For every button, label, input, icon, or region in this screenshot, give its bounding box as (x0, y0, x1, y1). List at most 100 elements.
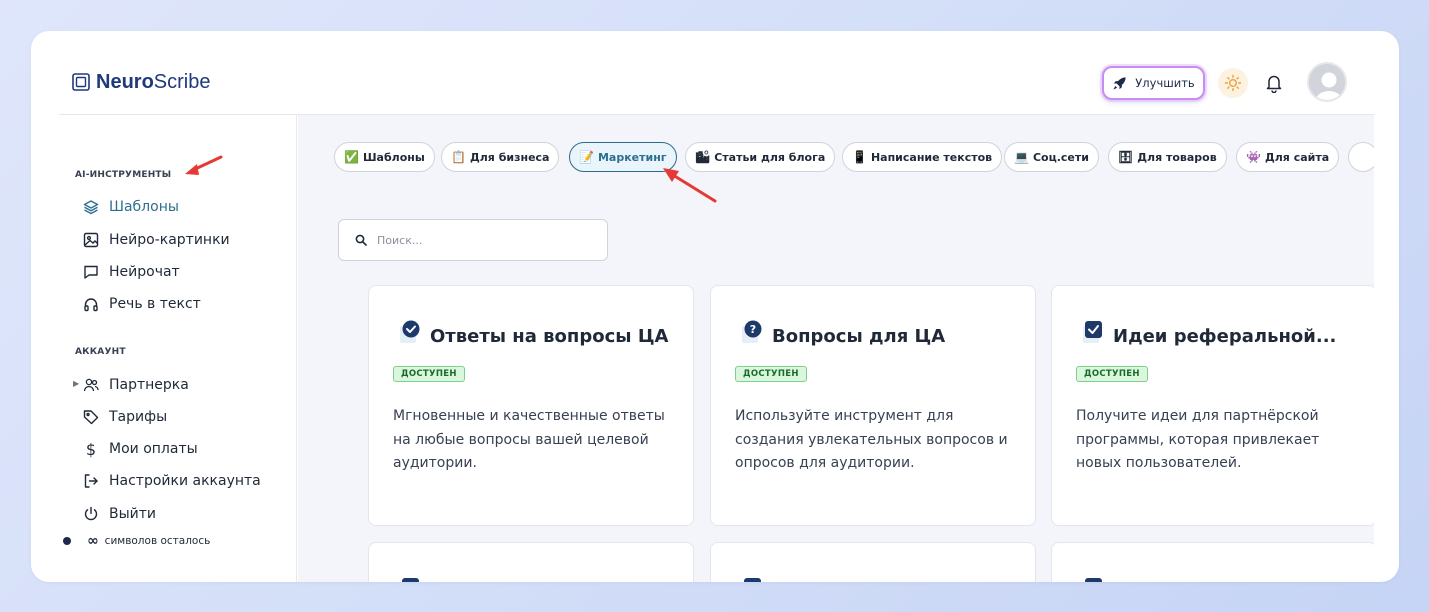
credits-amount: ∞ (87, 533, 99, 549)
headphones-icon (83, 296, 99, 312)
laptop-icon: 💻 (1014, 150, 1029, 164)
alien-icon: 👾 (1246, 150, 1261, 164)
question-circle-icon: ? (742, 320, 762, 343)
main-content: ✅ Шаблоны 📋 Для бизнеса 📝 Маркетинг 🏙 Ст… (298, 115, 1374, 582)
chip-marketing[interactable]: 📝 Маркетинг (569, 142, 677, 172)
rocket-icon (1113, 76, 1126, 90)
template-card[interactable] (368, 542, 694, 582)
brand-logo[interactable]: NeuroScribe (72, 69, 211, 95)
chip-templates[interactable]: ✅ Шаблоны (334, 142, 435, 172)
status-badge: ДОСТУПЕН (1076, 366, 1148, 382)
sun-icon (1224, 74, 1242, 92)
notifications-button[interactable] (1262, 71, 1286, 95)
template-card[interactable]: Ответы на вопросы ЦА ДОСТУПЕН Мгновенные… (368, 285, 694, 526)
card-description: Получите идеи для партнёрской программы,… (1076, 408, 1320, 471)
logo-icon (72, 73, 90, 91)
sidebar-item-label: Нейрочат (109, 264, 180, 280)
search-box[interactable] (338, 219, 608, 261)
credits-label: символов осталось (104, 535, 211, 547)
sidebar-item-label: Партнерка (109, 377, 189, 393)
credits-indicator: ∞ символов осталось (63, 533, 210, 549)
chip-products[interactable]: 🗄 Для товаров (1108, 142, 1227, 172)
sidebar-item-label: Нейро-картинки (109, 232, 230, 248)
search-icon (355, 234, 367, 246)
tag-icon (83, 409, 99, 425)
phone-icon: 📱 (852, 150, 867, 164)
card-description: Мгновенные и качественные ответы на любы… (393, 408, 665, 471)
check-box-icon (402, 578, 419, 582)
sidebar-item-templates[interactable]: Шаблоны (83, 196, 179, 218)
status-dot (63, 537, 71, 545)
sidebar-item-neurochat[interactable]: Нейрочат (83, 261, 180, 283)
sidebar-item-tariffs[interactable]: Тарифы (83, 406, 167, 428)
svg-text:?: ? (750, 323, 756, 336)
clipboard-icon: 📋 (451, 150, 466, 164)
brand-name-bold: Neuro (96, 70, 154, 93)
chip-copywriting[interactable]: 📱 Написание текстов (842, 142, 1003, 172)
user-avatar[interactable] (1307, 62, 1347, 102)
image-icon (83, 232, 99, 248)
sidebar-item-label: Шаблоны (109, 199, 179, 215)
chip-label: Шаблоны (362, 150, 425, 164)
card-description: Используйте инструмент для создания увле… (735, 408, 1008, 471)
template-card[interactable]: ? Вопросы для ЦА ДОСТУПЕН Используйте ин… (710, 285, 1036, 526)
dollar-icon: $ (85, 439, 97, 459)
sidebar: AI-ИНСТРУМЕНТЫ Шаблоны Нейро-картинки Не… (31, 115, 297, 582)
check-box-icon (1085, 578, 1102, 582)
power-icon (83, 506, 99, 522)
chip-social[interactable]: 💻 Соц.сети (1004, 142, 1099, 172)
bell-icon (1266, 75, 1282, 93)
sidebar-item-label: Выйти (109, 506, 157, 522)
template-card[interactable] (1051, 542, 1374, 582)
chip-more-partial[interactable] (1348, 142, 1374, 172)
expand-caret-icon[interactable]: ▶ (73, 379, 79, 388)
top-header: NeuroScribe Улучшить (31, 31, 1399, 115)
theme-toggle-button[interactable] (1218, 68, 1248, 98)
brand-name-light: Scribe (153, 70, 211, 93)
chip-blog-articles[interactable]: 🏙 Статьи для блога (685, 142, 836, 172)
sidebar-item-logout[interactable]: Выйти (83, 503, 156, 525)
chip-website[interactable]: 👾 Для сайта (1236, 142, 1340, 172)
layers-icon (83, 199, 99, 215)
sidebar-item-my-payments[interactable]: $ Мои оплаты (83, 438, 198, 460)
cabinet-icon: 🗄 (1118, 150, 1134, 164)
sidebar-item-neuro-images[interactable]: Нейро-картинки (83, 229, 230, 251)
chip-label: Для сайта (1264, 150, 1330, 164)
check-circle-icon (400, 320, 420, 343)
chip-label: Маркетинг (597, 150, 667, 164)
card-title: Вопросы для ЦА (772, 326, 946, 347)
sidebar-item-label: Настройки аккаунта (109, 473, 261, 489)
sidebar-item-label: Тарифы (109, 409, 168, 425)
chat-icon (83, 264, 99, 280)
status-badge: ДОСТУПЕН (393, 366, 465, 382)
sidebar-item-speech-to-text[interactable]: Речь в текст (83, 293, 201, 315)
section-title-account: АККАУНТ (75, 347, 126, 357)
card-title: Ответы на вопросы ЦА (430, 326, 669, 347)
search-input[interactable] (377, 233, 597, 247)
check-box-icon (1083, 321, 1102, 343)
sidebar-item-label: Речь в текст (109, 296, 201, 312)
sidebar-item-account-settings[interactable]: Настройки аккаунта (83, 470, 261, 492)
chip-label: Написание текстов (870, 150, 993, 164)
template-card[interactable] (710, 542, 1036, 582)
status-badge: ДОСТУПЕН (735, 366, 807, 382)
section-title-ai-tools: AI-ИНСТРУМЕНТЫ (75, 170, 172, 180)
chip-label: Для бизнеса (469, 150, 550, 164)
chip-label: Для товаров (1137, 150, 1217, 164)
app-window: NeuroScribe Улучшить AI-ИНСТРУМЕНТЫ Шабл… (31, 31, 1399, 582)
check-box-icon: ✅ (344, 150, 359, 164)
logout-arrow-icon (83, 473, 99, 489)
avatar-placeholder-icon (1309, 64, 1345, 100)
memo-icon: 📝 (579, 150, 594, 164)
sidebar-item-label: Мои оплаты (109, 441, 198, 457)
upgrade-label: Улучшить (1135, 76, 1195, 90)
chip-business[interactable]: 📋 Для бизнеса (441, 142, 560, 172)
users-icon (83, 377, 99, 393)
template-card[interactable]: Идеи реферальной... ДОСТУПЕН Получите ид… (1051, 285, 1374, 526)
chip-label: Соц.сети (1032, 150, 1089, 164)
sidebar-item-partners[interactable]: Партнерка (83, 374, 189, 396)
card-title: Идеи реферальной... (1113, 326, 1337, 347)
chip-label: Статьи для блога (714, 150, 826, 164)
check-box-icon (744, 578, 761, 582)
upgrade-button[interactable]: Улучшить (1102, 66, 1205, 100)
